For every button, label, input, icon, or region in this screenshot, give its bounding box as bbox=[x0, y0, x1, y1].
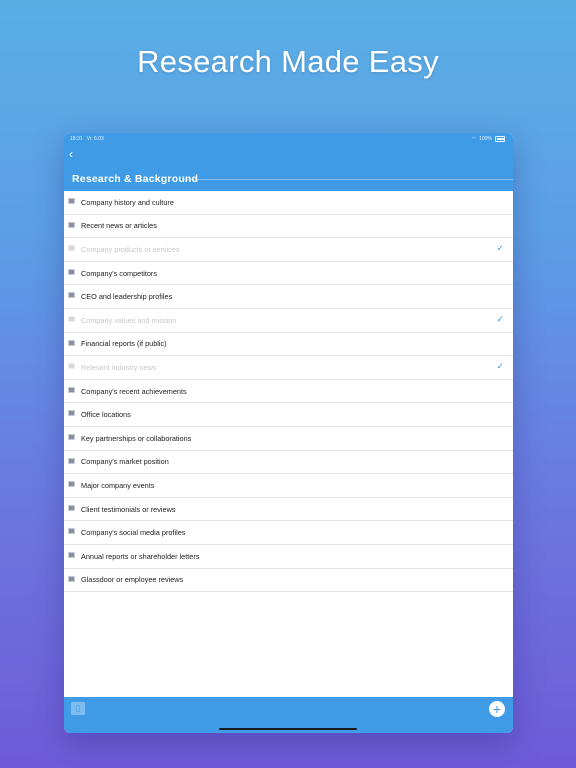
list-item[interactable]: CEO and leadership profiles bbox=[64, 285, 513, 309]
book-icon bbox=[68, 245, 75, 252]
list-item-label: Financial reports (if public) bbox=[81, 339, 167, 349]
device-screen: 18:31 Vr. 6.03 ◠ 100% ‹ Research & Backg… bbox=[64, 133, 513, 733]
plus-circle-icon[interactable]: + bbox=[489, 701, 505, 717]
list-item[interactable]: Office locations bbox=[64, 403, 513, 427]
checkmark-icon: ✓ bbox=[496, 313, 504, 324]
list-item-label: Company's competitors bbox=[81, 268, 158, 278]
checkmark-icon: ✓ bbox=[496, 361, 504, 372]
list-item[interactable]: Glassdoor or employee reviews bbox=[64, 569, 513, 593]
list-item-label: Company's market position bbox=[81, 457, 169, 467]
bottom-toolbar: ▯ + bbox=[64, 697, 513, 733]
list-item-label: Client testimonials or reviews bbox=[81, 504, 176, 514]
chevron-left-icon[interactable]: ‹ bbox=[69, 148, 73, 160]
list-item-label: Recent news or articles bbox=[81, 221, 157, 231]
status-time: 18:31 bbox=[70, 136, 83, 142]
list-item[interactable]: Relevant industry news ✓ bbox=[64, 356, 513, 380]
book-icon[interactable]: ▯ bbox=[71, 702, 85, 715]
book-icon bbox=[68, 504, 75, 511]
list-item[interactable]: Recent news or articles bbox=[64, 215, 513, 239]
list-item-label: Company's social media profiles bbox=[81, 528, 186, 538]
list-item-label: Key partnerships or collaborations bbox=[81, 433, 192, 443]
status-bar-left: 18:31 Vr. 6.03 bbox=[70, 136, 104, 142]
list-item[interactable]: Company history and culture bbox=[64, 191, 513, 215]
list-item[interactable]: Client testimonials or reviews bbox=[64, 498, 513, 522]
list-item-label: Relevant industry news bbox=[81, 362, 157, 372]
book-icon bbox=[68, 433, 75, 440]
book-icon bbox=[68, 363, 75, 370]
list-item[interactable]: Major company events bbox=[64, 474, 513, 498]
list-item[interactable]: Key partnerships or collaborations bbox=[64, 427, 513, 451]
list-item-label: Annual reports or shareholder letters bbox=[81, 551, 200, 561]
book-icon bbox=[68, 221, 75, 228]
book-icon bbox=[68, 410, 75, 417]
book-icon bbox=[68, 292, 75, 299]
app-header: 18:31 Vr. 6.03 ◠ 100% ‹ Research & Backg… bbox=[64, 133, 513, 191]
list-item[interactable]: Financial reports (if public) bbox=[64, 333, 513, 357]
list-item-label: Major company events bbox=[81, 480, 155, 490]
research-list: Company history and culture Recent news o… bbox=[64, 191, 513, 593]
book-icon bbox=[68, 386, 75, 393]
list-item-label: Company products or services bbox=[81, 244, 180, 254]
list-item-label: Glassdoor or employee reviews bbox=[81, 575, 184, 585]
book-icon bbox=[68, 575, 75, 582]
list-item[interactable]: Company's competitors bbox=[64, 262, 513, 286]
book-icon bbox=[68, 528, 75, 535]
book-icon bbox=[68, 268, 75, 275]
marketing-headline: Research Made Easy bbox=[137, 44, 439, 79]
list-item-label: CEO and leadership profiles bbox=[81, 292, 173, 302]
status-bar-right: ◠ 100% bbox=[472, 136, 505, 142]
wifi-icon: ◠ bbox=[471, 136, 477, 142]
header-divider bbox=[184, 179, 513, 180]
list-item[interactable]: Company's social media profiles bbox=[64, 521, 513, 545]
list-item[interactable]: Company products or services ✓ bbox=[64, 238, 513, 262]
home-indicator bbox=[219, 728, 357, 730]
list-item-label: Company history and culture bbox=[81, 197, 174, 207]
book-icon bbox=[68, 339, 75, 346]
book-icon bbox=[68, 198, 75, 204]
battery-percent: 100% bbox=[479, 136, 492, 142]
battery-icon bbox=[495, 136, 505, 142]
status-date: Vr. 6.03 bbox=[86, 136, 104, 142]
list-item-label: Company's recent achievements bbox=[81, 386, 187, 396]
list-item[interactable]: Company's market position bbox=[64, 451, 513, 475]
list-item[interactable]: Annual reports or shareholder letters bbox=[64, 545, 513, 569]
book-icon bbox=[68, 315, 75, 322]
book-icon bbox=[68, 457, 75, 464]
book-icon bbox=[68, 481, 75, 488]
list-item[interactable]: Company's recent achievements bbox=[64, 380, 513, 404]
list-item-label: Company values and mission bbox=[81, 315, 177, 325]
page-title: Research & Background bbox=[72, 173, 199, 185]
book-icon bbox=[68, 551, 75, 558]
list-item-label: Office locations bbox=[81, 410, 131, 420]
list-item[interactable]: Company values and mission ✓ bbox=[64, 309, 513, 333]
checkmark-icon: ✓ bbox=[496, 243, 504, 254]
